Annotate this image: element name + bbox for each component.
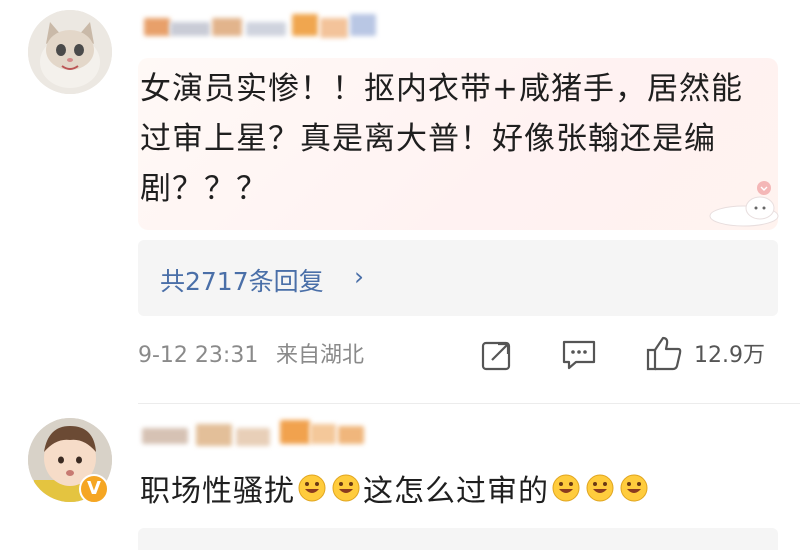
comment-icon[interactable]	[560, 338, 598, 372]
user-avatar[interactable]	[28, 10, 112, 94]
like-icon[interactable]	[644, 334, 684, 372]
cat-avatar-image	[28, 10, 112, 94]
comment-text: 女演员实惨！！抠内衣带+咸猪手，居然能过审上星？真是离大普！好像张翰还是编剧？？…	[140, 71, 743, 207]
like-count: 12.9万	[694, 343, 765, 368]
grinning-face-emoji-icon	[297, 473, 327, 503]
comment-location: 来自湖北	[276, 343, 365, 368]
comment-text-part: 这怎么过审的	[363, 474, 549, 509]
replies-link[interactable]: 共2717条回复 ›	[138, 240, 778, 316]
comment-timestamp: 9-12 23:31	[138, 343, 259, 368]
cat-sticker-icon	[700, 178, 782, 228]
comment-divider	[138, 403, 800, 404]
grinning-face-emoji-icon	[331, 473, 361, 503]
verified-badge-icon: V	[79, 474, 109, 504]
grinning-face-emoji-icon	[551, 473, 581, 503]
grinning-face-emoji-icon	[619, 473, 649, 503]
chevron-right-icon: ›	[354, 262, 364, 291]
reply-preview-box[interactable]	[138, 528, 778, 550]
comment-text: 职场性骚扰 这怎么过审的	[140, 466, 651, 510]
comment-text-part: 职场性骚扰	[140, 474, 295, 509]
replies-count-label: 共2717条回复	[160, 267, 324, 296]
grinning-face-emoji-icon	[585, 473, 615, 503]
share-icon[interactable]	[480, 338, 514, 372]
